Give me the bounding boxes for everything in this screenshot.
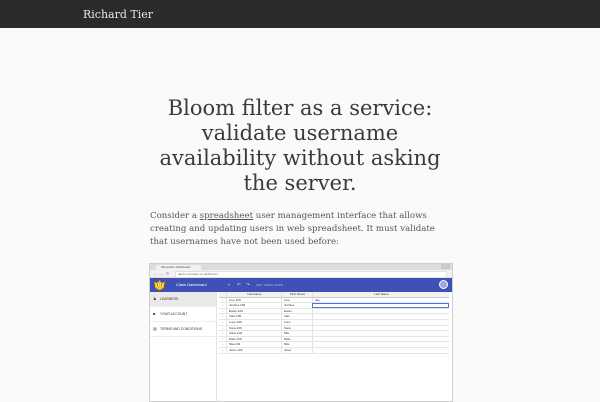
table-cell: Ewan bbox=[281, 308, 315, 314]
reload-icon: ↻ bbox=[166, 271, 170, 276]
sidebar-item-label: TERMS AND CONDITIONS bbox=[160, 327, 203, 331]
table-cell: Jules bbox=[281, 347, 315, 353]
row-marker: • bbox=[221, 336, 224, 341]
table-cell: Alina-109 bbox=[226, 331, 284, 336]
table-cell: Ewan-109 bbox=[226, 308, 284, 314]
document-icon: ▤ bbox=[153, 326, 157, 331]
group-icon: ♟ bbox=[153, 296, 157, 301]
browser-url: dash.monsoftex.co.uk/#/users bbox=[175, 271, 447, 278]
table-cell bbox=[312, 347, 452, 353]
user-spreadsheet: Username First Name Last Name • Cee-109 Cee Ja… bbox=[219, 292, 449, 354]
sidebar-item-your-account: ■ YOUR ACCOUNT bbox=[150, 307, 216, 322]
table-cell: Niah-109 bbox=[226, 336, 284, 342]
intro-text-start: Consider a bbox=[150, 211, 200, 221]
row-marker: • bbox=[221, 347, 224, 352]
table-cell: Joshua bbox=[281, 303, 315, 308]
undo-icon: ↶ bbox=[237, 282, 241, 287]
row-marker: • bbox=[221, 331, 224, 336]
forward-arrow-icon: → bbox=[159, 271, 163, 276]
spreadsheet-screenshot: Monsoftex Dashboard ← → ↻ dash.monsoftex… bbox=[149, 263, 453, 402]
app-sidebar: ♟ LEARNERS ■ YOUR ACCOUNT ▤ TERMS AND CONDITI… bbox=[150, 292, 217, 401]
table-cell bbox=[312, 342, 452, 347]
table-cell: Vani bbox=[281, 314, 315, 319]
row-marker: • bbox=[221, 308, 224, 313]
get-templates-button: GET TEMPLATES bbox=[256, 283, 284, 287]
column-header: Last Name bbox=[312, 292, 450, 297]
article-intro: Consider a spreadsheet user management i… bbox=[150, 210, 452, 249]
table-cell bbox=[312, 308, 452, 314]
table-cell bbox=[312, 336, 452, 342]
table-cell: Mia bbox=[281, 342, 315, 347]
site-brand-link[interactable]: Richard Tier bbox=[83, 8, 153, 21]
table-row: • Jules-109 Jules bbox=[219, 347, 452, 354]
sidebar-item-learners: ♟ LEARNERS bbox=[150, 292, 216, 307]
row-marker: • bbox=[221, 297, 224, 302]
back-arrow-icon: ← bbox=[153, 271, 157, 276]
table-cell bbox=[312, 325, 452, 331]
row-marker: • bbox=[221, 319, 224, 324]
top-navbar: Richard Tier bbox=[0, 0, 600, 28]
row-marker: • bbox=[221, 303, 224, 308]
table-cell: Joshua-109 bbox=[226, 303, 284, 308]
table-cell: Lucy bbox=[281, 319, 315, 325]
article-title: Bloom filter as a service: validate user… bbox=[159, 96, 441, 195]
table-cell: Lucy-109 bbox=[226, 319, 284, 325]
table-cell: Cee-109 bbox=[226, 297, 284, 303]
table-cell: Jules-109 bbox=[226, 347, 284, 353]
table-cell: Mia-109 bbox=[226, 342, 284, 347]
account-icon: ■ bbox=[153, 311, 156, 316]
spreadsheet-corner bbox=[219, 292, 226, 297]
sidebar-item-terms-and-conditions: ▤ TERMS AND CONDITIONS bbox=[150, 322, 216, 337]
table-cell: Sara bbox=[281, 325, 315, 331]
spreadsheet-link[interactable]: spreadsheet bbox=[200, 211, 253, 221]
table-cell bbox=[312, 303, 449, 308]
row-marker: • bbox=[221, 342, 224, 347]
column-header: First Name bbox=[281, 292, 313, 297]
save-icon: ▪ bbox=[228, 282, 230, 287]
table-cell: Niah bbox=[281, 336, 315, 342]
table-cell: Vani-109 bbox=[226, 314, 284, 319]
row-marker: • bbox=[221, 314, 224, 319]
browser-address-bar: ← → ↻ dash.monsoftex.co.uk/#/users bbox=[150, 270, 452, 278]
sidebar-item-label: LEARNERS bbox=[160, 297, 179, 301]
app-title: Class Dashboard bbox=[176, 282, 207, 287]
table-cell: Sara-109 bbox=[226, 325, 284, 331]
table-cell: Mia bbox=[281, 331, 315, 336]
table-cell: Cee bbox=[281, 297, 315, 303]
owl-logo-icon bbox=[153, 279, 166, 291]
redo-icon: ↷ bbox=[246, 282, 250, 287]
table-cell bbox=[312, 319, 452, 325]
table-cell bbox=[312, 331, 452, 336]
column-header: Username bbox=[226, 292, 282, 297]
table-cell bbox=[312, 314, 452, 319]
app-header: Class Dashboard ▪ ↶ ↷ GET TEMPLATES bbox=[150, 278, 452, 292]
window-controls bbox=[441, 264, 450, 269]
sidebar-item-label: YOUR ACCOUNT bbox=[160, 312, 188, 316]
row-marker: • bbox=[221, 325, 224, 330]
profile-avatar bbox=[439, 280, 448, 289]
table-cell: Jay bbox=[312, 297, 452, 303]
